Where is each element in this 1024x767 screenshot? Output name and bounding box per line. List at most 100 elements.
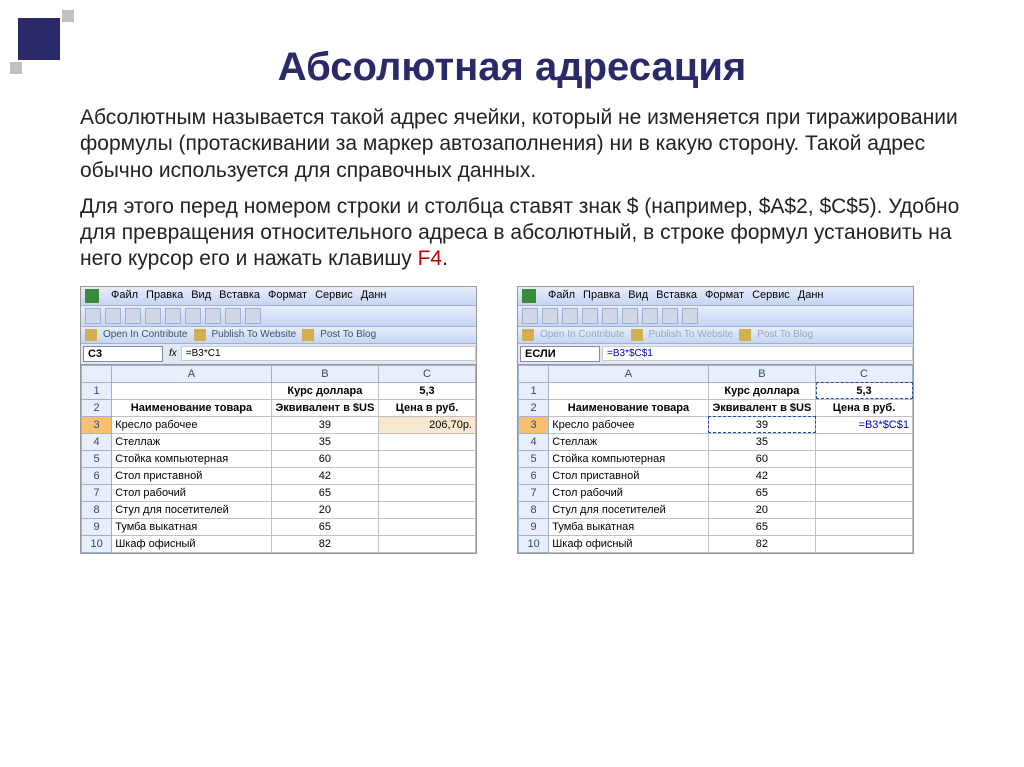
select-all[interactable] (82, 365, 112, 382)
cell-editing[interactable]: =B3*$C$1 (816, 416, 913, 433)
cell[interactable]: 60 (708, 450, 815, 467)
cell[interactable]: Кресло рабочее (549, 416, 708, 433)
cell[interactable] (816, 450, 913, 467)
cell[interactable]: Тумба выкатная (549, 518, 708, 535)
cell[interactable]: 5,3 (379, 382, 476, 399)
col-header-c[interactable]: C (816, 365, 913, 382)
print-icon[interactable] (582, 308, 598, 324)
cell[interactable]: 35 (271, 433, 378, 450)
row-header[interactable]: 8 (82, 501, 112, 518)
open-contribute-button[interactable]: Open In Contribute (103, 329, 188, 340)
cell[interactable]: Цена в руб. (379, 399, 476, 416)
cell[interactable]: 65 (708, 518, 815, 535)
cell[interactable]: 39 (271, 416, 378, 433)
open-icon[interactable] (105, 308, 121, 324)
col-header-b[interactable]: B (708, 365, 815, 382)
menu-insert[interactable]: Вставка (219, 289, 260, 303)
paste-icon[interactable] (682, 308, 698, 324)
row-header-1[interactable]: 1 (82, 382, 112, 399)
row-header[interactable]: 4 (82, 433, 112, 450)
row-header-3[interactable]: 3 (82, 416, 112, 433)
menu-format[interactable]: Формат (705, 289, 744, 303)
menu-data[interactable]: Данн (798, 289, 824, 303)
cell[interactable]: 65 (271, 518, 378, 535)
preview-icon[interactable] (602, 308, 618, 324)
cell[interactable] (816, 518, 913, 535)
cell[interactable]: 82 (271, 535, 378, 552)
cell[interactable]: Стеллаж (549, 433, 708, 450)
spell-icon[interactable] (185, 308, 201, 324)
row-header[interactable]: 10 (82, 535, 112, 552)
row-header[interactable]: 6 (82, 467, 112, 484)
menu-format[interactable]: Формат (268, 289, 307, 303)
cell[interactable]: Тумба выкатная (112, 518, 271, 535)
cell[interactable]: Стойка компьютерная (549, 450, 708, 467)
cell[interactable]: 82 (708, 535, 815, 552)
cell[interactable]: Наименование товара (112, 399, 271, 416)
post-blog-button[interactable]: Post To Blog (320, 329, 376, 340)
cell[interactable] (112, 382, 271, 399)
row-header[interactable]: 9 (519, 518, 549, 535)
menu-view[interactable]: Вид (628, 289, 648, 303)
cell[interactable]: Курс доллара (708, 382, 815, 399)
copy-icon[interactable] (225, 308, 241, 324)
cell[interactable]: Стол рабочий (112, 484, 271, 501)
cell[interactable] (379, 450, 476, 467)
formula-input[interactable]: =B3*C1 (181, 346, 476, 361)
save-icon[interactable] (125, 308, 141, 324)
row-header[interactable]: 4 (519, 433, 549, 450)
cell[interactable]: Кресло рабочее (112, 416, 271, 433)
fx-icon[interactable]: fx (165, 348, 181, 359)
cell[interactable] (379, 467, 476, 484)
spreadsheet[interactable]: A B C 1 Курс доллара 5,3 2 Наименование … (81, 365, 476, 553)
cell[interactable]: Шкаф офисный (549, 535, 708, 552)
row-header-3[interactable]: 3 (519, 416, 549, 433)
cell[interactable]: Стул для посетителей (112, 501, 271, 518)
publish-button[interactable]: Publish To Website (212, 329, 297, 340)
new-icon[interactable] (522, 308, 538, 324)
cell[interactable]: Шкаф офисный (112, 535, 271, 552)
formula-input[interactable]: =B3*$C$1 (602, 346, 913, 361)
cell[interactable] (549, 382, 708, 399)
spreadsheet[interactable]: A B C 1 Курс доллара 5,3 2 Наименование … (518, 365, 913, 553)
col-header-a[interactable]: A (112, 365, 271, 382)
cell[interactable] (816, 467, 913, 484)
row-header[interactable]: 9 (82, 518, 112, 535)
cell[interactable]: Курс доллара (271, 382, 378, 399)
cell[interactable]: Стол рабочий (549, 484, 708, 501)
cell[interactable] (379, 484, 476, 501)
menu-insert[interactable]: Вставка (656, 289, 697, 303)
col-header-c[interactable]: C (379, 365, 476, 382)
menu-edit[interactable]: Правка (146, 289, 183, 303)
row-header[interactable]: 7 (82, 484, 112, 501)
cell[interactable]: Эквивалент в $US (271, 399, 378, 416)
cell[interactable] (816, 484, 913, 501)
cell[interactable]: 42 (708, 467, 815, 484)
row-header[interactable]: 6 (519, 467, 549, 484)
cell[interactable] (379, 501, 476, 518)
menu-service[interactable]: Сервис (315, 289, 353, 303)
cell[interactable]: 65 (271, 484, 378, 501)
cell[interactable]: Стеллаж (112, 433, 271, 450)
cell[interactable]: 20 (708, 501, 815, 518)
cell[interactable]: Цена в руб. (816, 399, 913, 416)
cell[interactable] (379, 433, 476, 450)
name-box[interactable]: C3 (83, 346, 163, 362)
cut-icon[interactable] (642, 308, 658, 324)
menu-edit[interactable]: Правка (583, 289, 620, 303)
row-header[interactable]: 5 (519, 450, 549, 467)
cell[interactable]: 42 (271, 467, 378, 484)
paste-icon[interactable] (245, 308, 261, 324)
save-icon[interactable] (562, 308, 578, 324)
cut-icon[interactable] (205, 308, 221, 324)
cell[interactable]: 35 (708, 433, 815, 450)
col-header-b[interactable]: B (271, 365, 378, 382)
cell[interactable]: 65 (708, 484, 815, 501)
row-header[interactable]: 8 (519, 501, 549, 518)
spell-icon[interactable] (622, 308, 638, 324)
name-box[interactable]: ЕСЛИ (520, 346, 600, 362)
menu-view[interactable]: Вид (191, 289, 211, 303)
cell[interactable] (816, 501, 913, 518)
select-all[interactable] (519, 365, 549, 382)
menu-data[interactable]: Данн (361, 289, 387, 303)
